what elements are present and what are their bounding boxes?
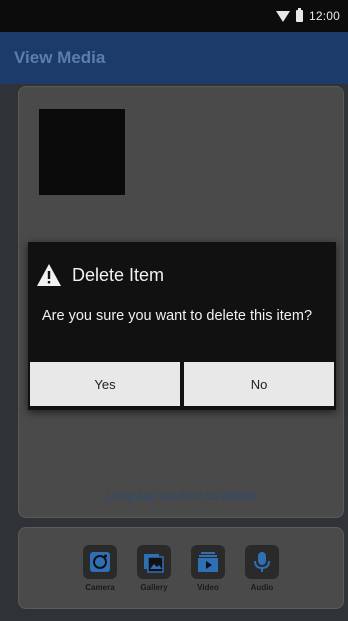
gallery-icon [137, 544, 171, 579]
audio-label: Audio [250, 582, 274, 592]
microphone-icon [245, 544, 279, 579]
video-icon [191, 544, 225, 579]
delete-confirm-dialog: Delete Item Are you sure you want to del… [28, 242, 336, 410]
status-bar: 12:00 [0, 0, 348, 32]
delete-hint: Long-tap an item to delete [105, 488, 257, 503]
app-bar: View Media [0, 32, 348, 84]
battery-icon [295, 8, 303, 22]
dialog-header: Delete Item [28, 242, 336, 294]
screen: 12:00 View Media Long-tap an item to del… [0, 0, 348, 621]
gallery-label: Gallery [140, 582, 168, 592]
camera-label: Camera [85, 582, 115, 592]
no-button[interactable]: No [184, 362, 334, 406]
gallery-button[interactable]: Gallery [137, 544, 171, 592]
media-capture-toolbar: Camera Gallery Video Audio [18, 527, 344, 609]
yes-button[interactable]: Yes [30, 362, 180, 406]
dialog-title: Delete Item [72, 264, 165, 285]
video-button[interactable]: Video [191, 544, 225, 592]
camera-button[interactable]: Camera [83, 544, 117, 592]
dialog-buttons: Yes No [28, 362, 336, 410]
wifi-icon [275, 10, 290, 22]
audio-button[interactable]: Audio [245, 544, 279, 592]
status-time: 12:00 [308, 9, 340, 23]
media-thumbnail[interactable] [39, 109, 125, 195]
video-label: Video [197, 582, 219, 592]
warning-icon [37, 264, 61, 286]
page-title: View Media [14, 48, 106, 67]
camera-icon [83, 544, 117, 579]
dialog-message: Are you sure you want to delete this ite… [42, 308, 313, 324]
